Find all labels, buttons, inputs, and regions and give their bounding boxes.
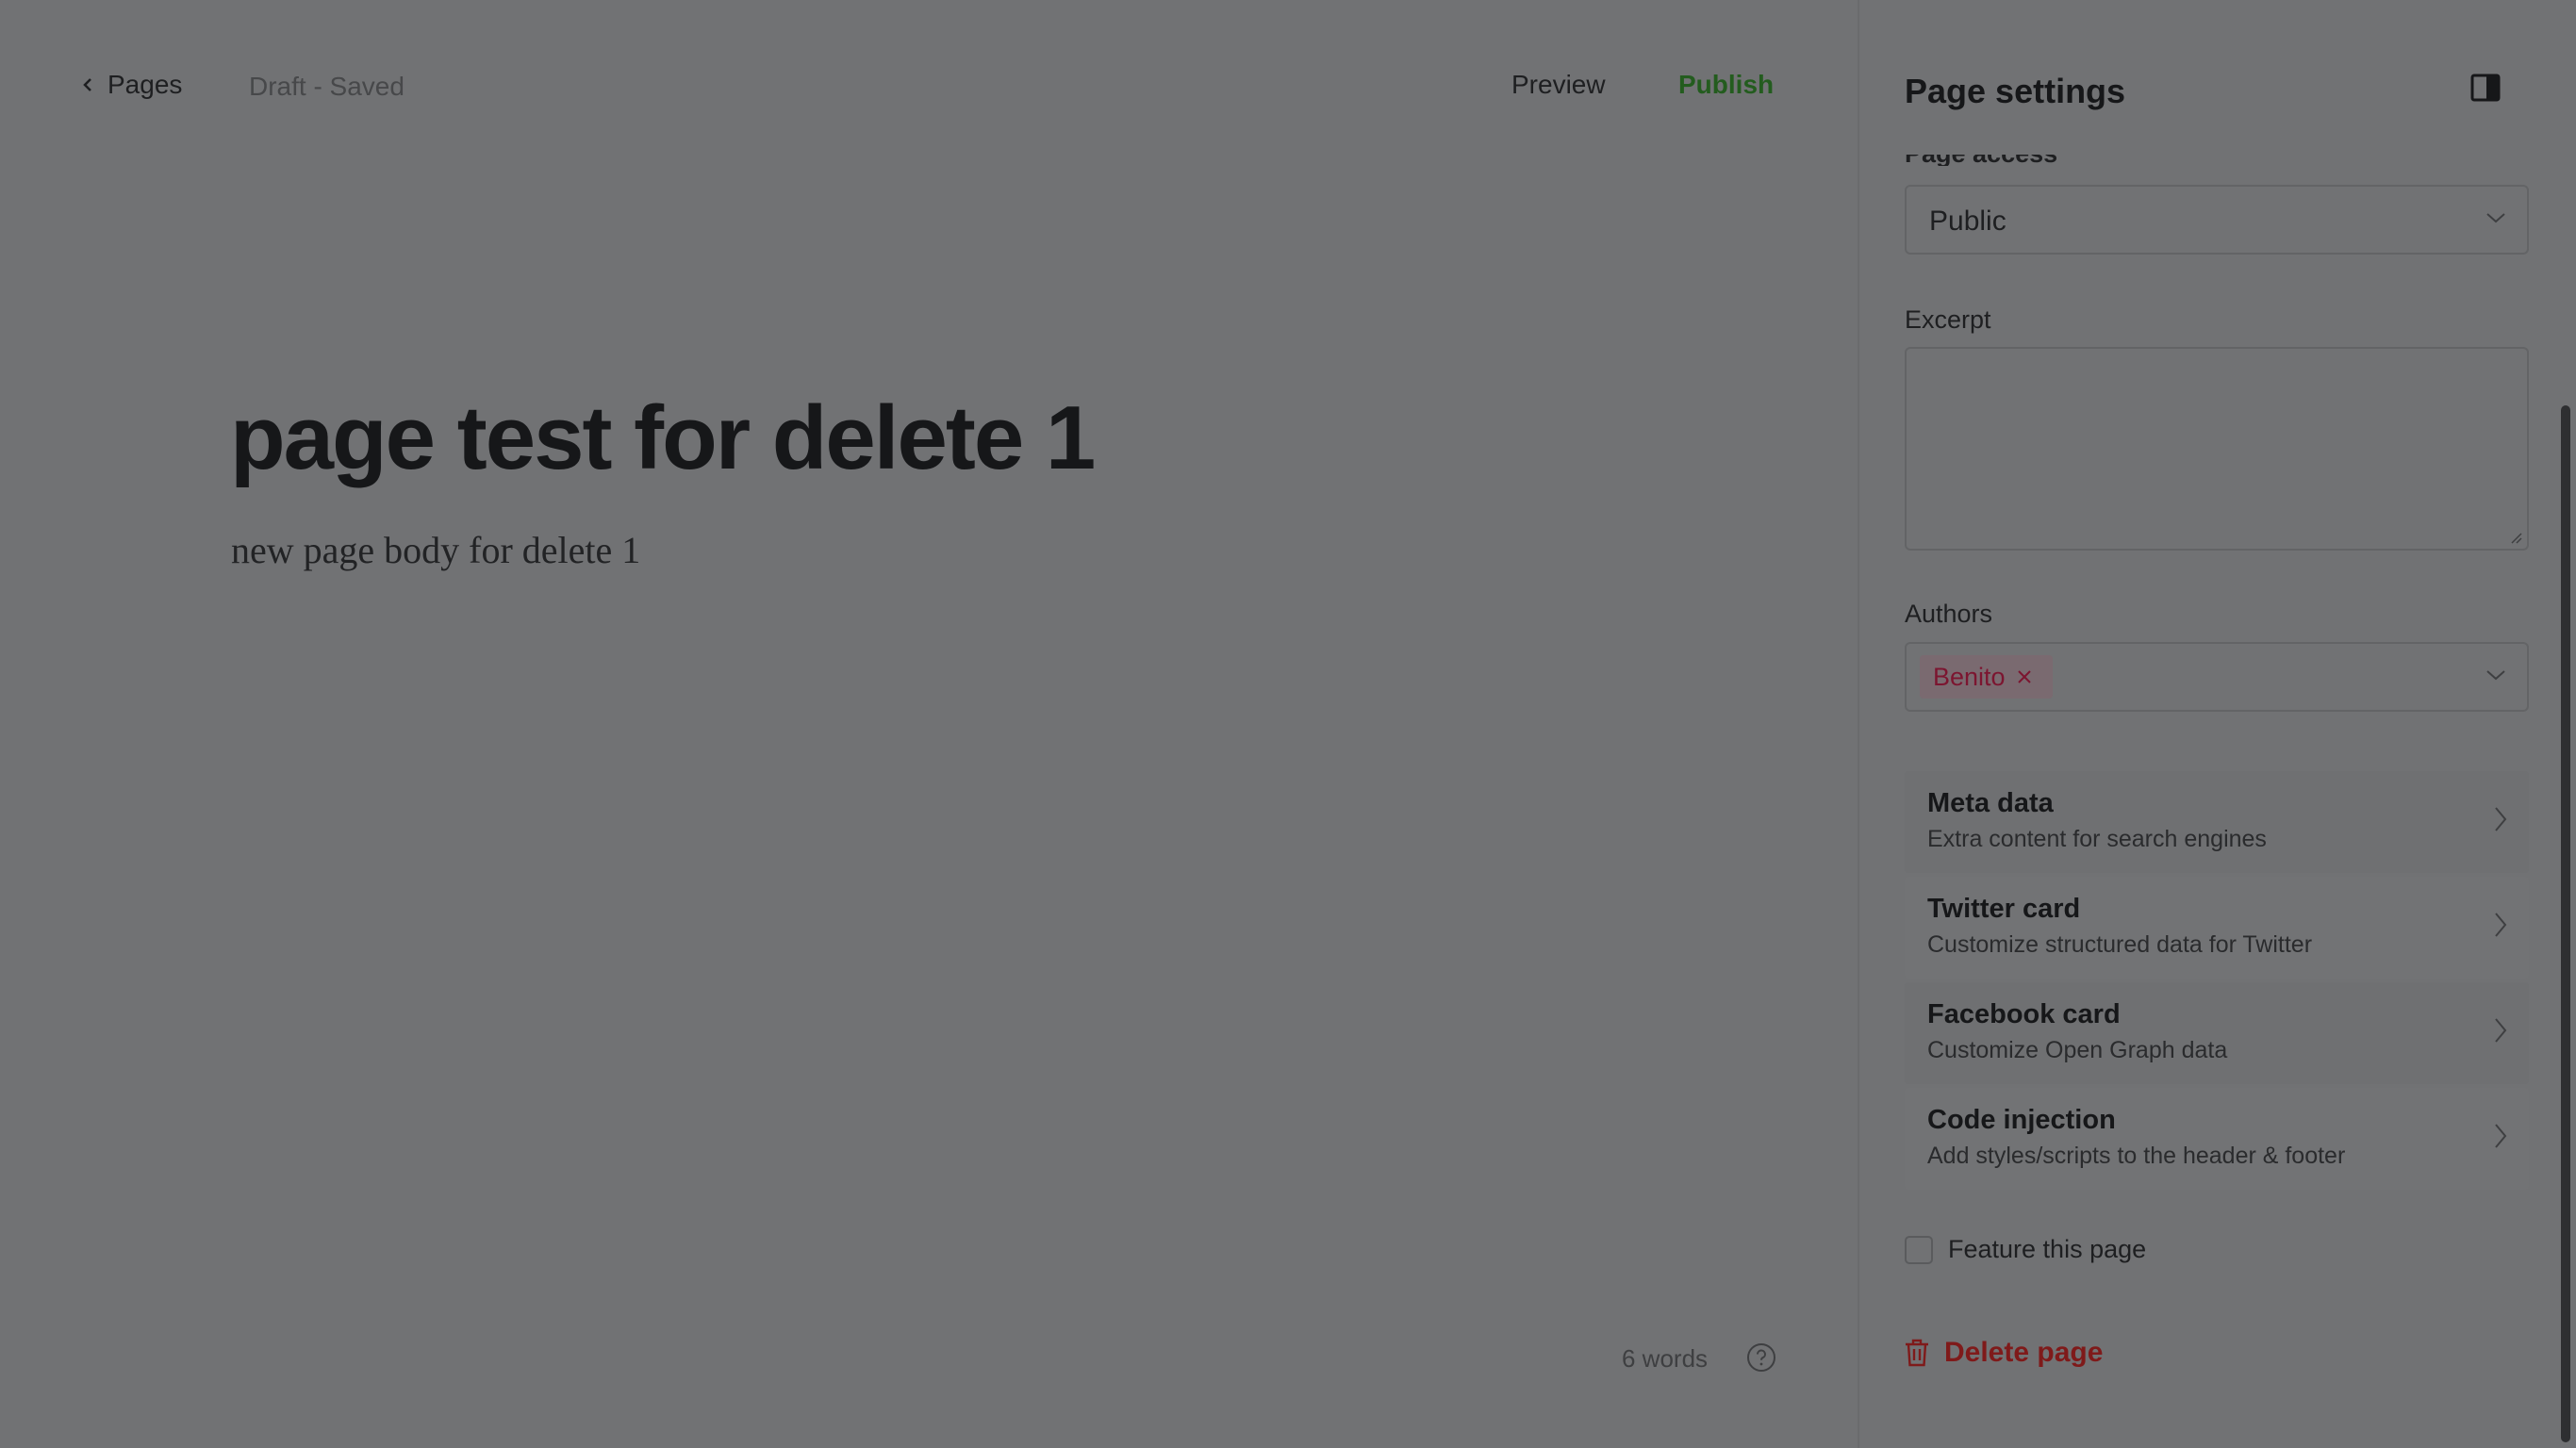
- authors-select[interactable]: Benito: [1905, 642, 2529, 712]
- panel-scrollbar[interactable]: [2561, 405, 2570, 1442]
- author-tag-label: Benito: [1933, 662, 2006, 691]
- excerpt-textarea[interactable]: [1905, 347, 2529, 551]
- page-access-value: Public: [1929, 206, 2006, 237]
- menu-item-code-injection[interactable]: Code injection Add styles/scripts to the…: [1905, 1088, 2529, 1190]
- menu-item-subtitle: Add styles/scripts to the header & foote…: [1927, 1143, 2346, 1169]
- page-body[interactable]: new page body for delete 1: [231, 528, 640, 572]
- menu-item-twitter-card[interactable]: Twitter card Customize structured data f…: [1905, 877, 2529, 979]
- page-access-select[interactable]: Public: [1905, 185, 2529, 255]
- publish-button[interactable]: Publish: [1678, 70, 1774, 100]
- remove-author-icon[interactable]: [2017, 669, 2032, 684]
- author-tag: Benito: [1920, 655, 2053, 699]
- delete-label: Delete page: [1944, 1337, 2104, 1368]
- menu-item-subtitle: Extra content for search engines: [1927, 826, 2267, 852]
- resize-handle-icon[interactable]: [2508, 530, 2523, 545]
- chevron-left-icon: [83, 78, 91, 91]
- page-access-label: Page access: [1905, 140, 2058, 166]
- chevron-down-icon: [2486, 213, 2505, 223]
- excerpt-label: Excerpt: [1905, 305, 1991, 334]
- settings-menu: Meta data Extra content for search engin…: [1905, 771, 2529, 1193]
- menu-item-subtitle: Customize structured data for Twitter: [1927, 931, 2313, 958]
- menu-item-meta-data[interactable]: Meta data Extra content for search engin…: [1905, 771, 2529, 873]
- panel-title: Page settings: [1905, 72, 2126, 110]
- chevron-right-icon: [2495, 913, 2507, 937]
- back-label: Pages: [107, 70, 183, 99]
- chevron-down-icon: [2486, 670, 2505, 681]
- delete-page-button[interactable]: Delete page: [1903, 1337, 2103, 1369]
- authors-label: Authors: [1905, 600, 1993, 628]
- menu-item-title: Code injection: [1927, 1105, 2116, 1135]
- feature-checkbox[interactable]: [1905, 1235, 1933, 1264]
- editor-area: Pages Draft - Saved Preview Publish page…: [0, 0, 1858, 1448]
- feature-label: Feature this page: [1948, 1235, 2147, 1263]
- chevron-right-icon: [2495, 1124, 2507, 1148]
- menu-item-title: Twitter card: [1927, 894, 2081, 924]
- page-title[interactable]: page test for delete 1: [230, 387, 1096, 490]
- save-status: Draft - Saved: [249, 72, 405, 101]
- chevron-right-icon: [2495, 1018, 2507, 1043]
- sidebar-toggle-icon[interactable]: [2470, 74, 2501, 102]
- feature-page-toggle[interactable]: Feature this page: [1905, 1235, 2146, 1264]
- help-icon[interactable]: [1746, 1342, 1776, 1373]
- trash-icon: [1906, 1339, 1928, 1367]
- menu-item-facebook-card[interactable]: Facebook card Customize Open Graph data: [1905, 982, 2529, 1084]
- word-count: 6 words: [1622, 1344, 1709, 1373]
- preview-button[interactable]: Preview: [1511, 70, 1606, 100]
- menu-item-title: Meta data: [1927, 788, 2054, 818]
- back-to-pages-link[interactable]: Pages: [81, 70, 182, 100]
- chevron-right-icon: [2495, 807, 2507, 831]
- menu-item-subtitle: Customize Open Graph data: [1927, 1037, 2228, 1063]
- page-settings-panel: Page settings Page access Public Excerpt…: [1859, 0, 2576, 1448]
- menu-item-title: Facebook card: [1927, 999, 2121, 1029]
